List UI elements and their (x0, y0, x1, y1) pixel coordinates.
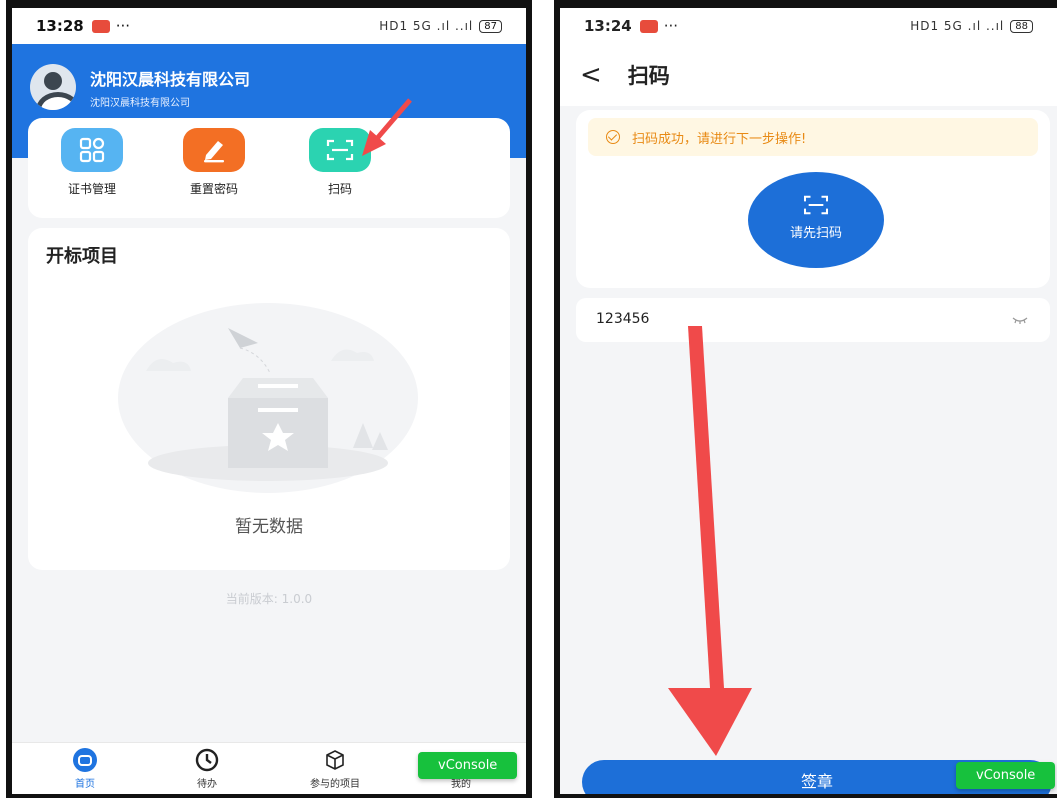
eye-closed-icon[interactable] (1012, 316, 1028, 327)
cert-management-label: 证书管理 (67, 182, 116, 196)
battery-icon: 88 (1010, 19, 1033, 33)
status-bar: 13:24 ··· HD1 5G .ıl ..ıl 88 (560, 8, 1057, 44)
status-bar: 13:28 ··· HD1 5G .ıl ..ıl 87 (12, 8, 526, 44)
tab-todo-label: 待办 (197, 779, 217, 790)
signal-indicators: HD1 5G .ıl ..ıl (379, 19, 474, 33)
scan-icon (309, 128, 371, 172)
notification-icon (639, 19, 658, 33)
more-icon: ··· (663, 17, 679, 35)
code-input-value: 123456 (596, 311, 650, 327)
scan-first-button[interactable]: 请先扫码 (748, 172, 884, 268)
signal-indicators: HD1 5G .ıl ..ıl (910, 19, 1005, 33)
scan-screen: 13:24 ··· HD1 5G .ıl ..ıl 88 < 扫码 扫码成功，请… (554, 0, 1057, 798)
notification-icon (91, 19, 110, 33)
tab-home-label: 首页 (75, 779, 95, 790)
success-banner-text: 扫码成功，请进行下一步操作! (632, 131, 807, 147)
company-subtitle: 沈阳汉晨科技有限公司 (90, 97, 190, 109)
status-time: 13:24 (584, 17, 632, 35)
cube-icon (322, 747, 348, 773)
scan-button[interactable]: 扫码 (300, 128, 380, 197)
empty-state-illustration (118, 303, 418, 493)
projects-card: 开标项目 暂无数据 (28, 228, 510, 570)
home-icon (72, 747, 98, 773)
back-icon[interactable]: < (580, 60, 602, 90)
success-banner: 扫码成功，请进行下一步操作! (588, 118, 1038, 156)
quick-actions-card: 证书管理 重置密码 扫码 (28, 118, 510, 218)
scan-icon (803, 194, 829, 216)
scan-card: 扫码成功，请进行下一步操作! 请先扫码 (576, 110, 1050, 288)
battery-icon: 87 (479, 19, 502, 33)
company-name: 沈阳汉晨科技有限公司 (90, 69, 251, 89)
scan-first-label: 请先扫码 (789, 226, 842, 241)
version-text: 当前版本: 1.0.0 (225, 592, 313, 606)
reset-password-button[interactable]: 重置密码 (174, 128, 254, 197)
annotation-arrow (668, 326, 752, 756)
home-screen: 13:28 ··· HD1 5G .ıl ..ıl 87 沈阳汉晨科技有限公司 … (6, 0, 532, 798)
code-input-field[interactable]: 123456 (576, 298, 1050, 342)
tab-mine-label: 我的 (451, 779, 471, 790)
vconsole-button[interactable]: vConsole (956, 762, 1056, 789)
tab-projects-label: 参与的项目 (310, 779, 360, 790)
more-icon: ··· (115, 17, 131, 35)
grid-icon (61, 128, 123, 172)
status-time: 13:28 (36, 17, 84, 35)
vconsole-button[interactable]: vConsole (418, 752, 518, 779)
company-header: 沈阳汉晨科技有限公司 沈阳汉晨科技有限公司 (30, 64, 250, 110)
page-title: 扫码 (627, 64, 670, 88)
tab-home[interactable]: 首页 (40, 747, 130, 790)
edit-icon (183, 128, 245, 172)
avatar[interactable] (30, 64, 76, 110)
tab-projects[interactable]: 参与的项目 (290, 747, 380, 790)
nav-bar: < 扫码 (560, 44, 1057, 106)
check-circle-icon (606, 130, 620, 144)
scan-label: 扫码 (327, 182, 352, 196)
empty-state-text: 暂无数据 (235, 517, 303, 537)
projects-title: 开标项目 (46, 246, 118, 267)
cert-management-button[interactable]: 证书管理 (52, 128, 132, 197)
tab-todo[interactable]: 待办 (162, 747, 252, 790)
clock-icon (194, 747, 220, 773)
reset-password-label: 重置密码 (189, 182, 238, 196)
